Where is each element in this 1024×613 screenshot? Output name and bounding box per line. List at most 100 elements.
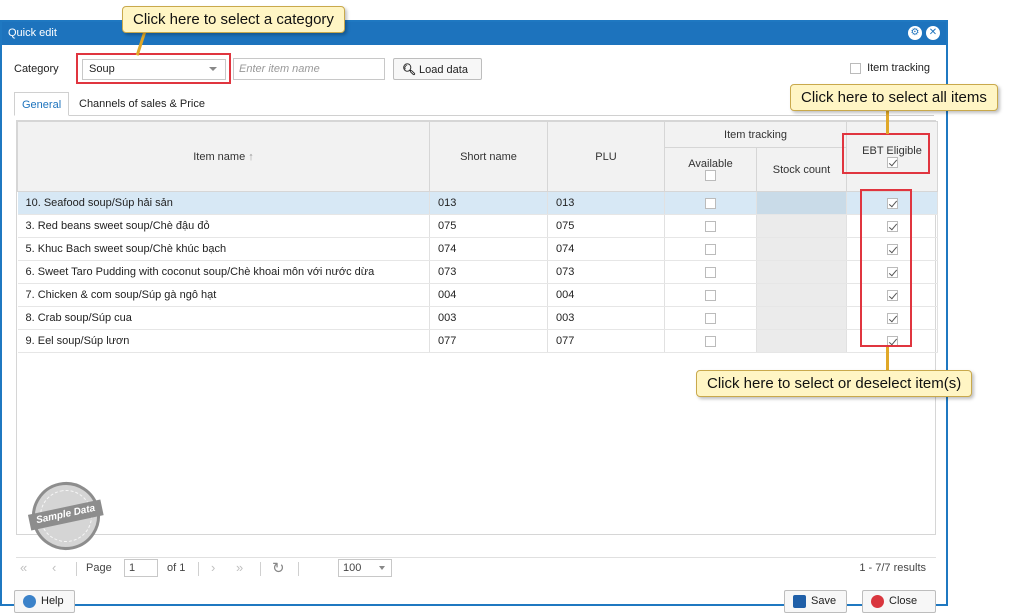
pagination-bar: « ‹ Page 1 of 1 › » ↻ 100 1 - 7/7 result… (16, 557, 936, 579)
dialog-title: Quick edit (8, 27, 57, 39)
ebt-cell (846, 260, 938, 284)
close-button[interactable]: Close (862, 590, 936, 613)
item-tracking-checkbox[interactable] (850, 62, 861, 74)
available-checkbox[interactable] (705, 197, 716, 209)
ebt-eligible-checkbox[interactable] (886, 243, 898, 255)
item-name-cell: 5. Khuc Bach sweet soup/Chè khúc bạch (17, 237, 430, 261)
ebt-cell (846, 283, 938, 307)
page-number-input[interactable]: 1 (124, 559, 158, 577)
plu-cell[interactable]: 073 (547, 260, 665, 284)
available-checkbox[interactable] (705, 220, 716, 232)
available-checkbox[interactable] (705, 243, 716, 255)
save-icon (793, 595, 806, 608)
stock-count-cell (756, 191, 847, 215)
table-row[interactable]: 6. Sweet Taro Pudding with coconut soup/… (17, 260, 938, 284)
item-name-cell: 9. Eel soup/Súp lươn (17, 329, 430, 353)
ebt-eligible-checkbox[interactable] (886, 266, 898, 278)
plu-cell[interactable]: 074 (547, 237, 665, 261)
ebt-eligible-checkbox[interactable] (886, 312, 898, 324)
help-button[interactable]: Help (14, 590, 75, 613)
ebt-cell (846, 191, 938, 215)
stock-count-cell (756, 237, 847, 261)
plu-cell[interactable]: 077 (547, 329, 665, 353)
item-name-cell: 7. Chicken & com soup/Súp gà ngô hạt (17, 283, 430, 307)
plu-cell[interactable]: 075 (547, 214, 665, 238)
ebt-eligible-checkbox[interactable] (886, 335, 898, 347)
stock-count-cell (756, 214, 847, 238)
tab-channels-sales-price[interactable]: Channels of sales & Price (72, 92, 212, 116)
short-name-cell[interactable]: 077 (429, 329, 548, 353)
available-checkbox[interactable] (705, 266, 716, 278)
available-cell (664, 260, 757, 284)
page-size-select[interactable]: 100 (338, 559, 392, 577)
load-data-label: Load data (419, 64, 468, 76)
table-row[interactable]: 7. Chicken & com soup/Súp gà ngô hạt 004 0… (17, 283, 938, 307)
ebt-eligible-checkbox[interactable] (886, 220, 898, 232)
save-button[interactable]: Save (784, 590, 848, 613)
ebt-eligible-label: EBT Eligible (862, 144, 922, 157)
last-page-icon[interactable]: » (236, 560, 243, 575)
ebt-eligible-checkbox[interactable] (886, 197, 898, 209)
header-ebt-eligible: EBT Eligible (846, 121, 938, 192)
available-cell (664, 237, 757, 261)
short-name-cell[interactable]: 004 (429, 283, 548, 307)
toolbar: Category Soup Enter item name 🔍︎ Load da… (2, 45, 946, 85)
plu-cell[interactable]: 003 (547, 306, 665, 330)
item-tracking-toggle[interactable]: Item tracking (850, 62, 930, 74)
plu-cell[interactable]: 013 (547, 191, 665, 215)
header-short-name[interactable]: Short name (429, 121, 548, 192)
category-callout: Click here to select a category (122, 6, 345, 33)
ebt-cell (846, 237, 938, 261)
category-select[interactable]: Soup (82, 59, 226, 80)
available-cell (664, 191, 757, 215)
available-checkbox[interactable] (705, 289, 716, 301)
ebt-eligible-checkbox[interactable] (886, 289, 898, 301)
header-item-tracking: Item tracking (664, 121, 847, 148)
table-row[interactable]: 9. Eel soup/Súp lươn 077 077 (17, 329, 938, 353)
close-icon[interactable]: ✕ (926, 26, 940, 40)
previous-page-icon[interactable]: ‹ (52, 560, 56, 575)
chevron-down-icon (379, 566, 385, 570)
select-items-callout-pointer (886, 347, 889, 372)
table-row[interactable]: 8. Crab soup/Súp cua 003 003 (17, 306, 938, 330)
short-name-cell[interactable]: 074 (429, 237, 548, 261)
header-plu[interactable]: PLU (547, 121, 665, 192)
available-checkbox[interactable] (705, 312, 716, 324)
item-name-input[interactable]: Enter item name (233, 58, 385, 80)
short-name-cell[interactable]: 013 (429, 191, 548, 215)
tab-general[interactable]: General (14, 92, 70, 116)
stock-count-cell (756, 283, 847, 307)
item-name-cell: 10. Seafood soup/Súp hải sản (17, 191, 430, 215)
stock-count-cell (756, 306, 847, 330)
available-cell (664, 329, 757, 353)
ebt-cell (846, 214, 938, 238)
item-name-placeholder: Enter item name (239, 63, 320, 75)
load-data-button[interactable]: 🔍︎ Load data (393, 58, 482, 80)
short-name-cell[interactable]: 075 (429, 214, 548, 238)
settings-icon[interactable]: ⚙ (908, 26, 922, 40)
available-checkbox[interactable] (705, 335, 716, 347)
search-icon: 🔍︎ (402, 64, 416, 76)
close-circle-icon (871, 595, 884, 608)
table-row[interactable]: 10. Seafood soup/Súp hải sản 013 013 (17, 191, 938, 215)
refresh-icon[interactable]: ↻ (272, 559, 285, 577)
plu-cell[interactable]: 004 (547, 283, 665, 307)
first-page-icon[interactable]: « (20, 560, 27, 575)
header-item-name[interactable]: Item name ↑ (17, 121, 430, 192)
ebt-cell (846, 329, 938, 353)
short-name-cell[interactable]: 003 (429, 306, 548, 330)
item-name-cell: 8. Crab soup/Súp cua (17, 306, 430, 330)
select-all-available-checkbox[interactable] (705, 170, 716, 182)
results-count: 1 - 7/7 results (859, 562, 926, 574)
table-row[interactable]: 3. Red beans sweet soup/Chè đậu đỏ 075 075 (17, 214, 938, 238)
select-all-ebt-checkbox[interactable] (886, 157, 898, 169)
table-row[interactable]: 5. Khuc Bach sweet soup/Chè khúc bạch 074… (17, 237, 938, 261)
sort-ascending-icon: ↑ (248, 150, 254, 163)
help-icon (23, 595, 36, 608)
short-name-cell[interactable]: 073 (429, 260, 548, 284)
available-cell (664, 306, 757, 330)
stock-count-cell (756, 260, 847, 284)
ebt-cell (846, 306, 938, 330)
items-table: Item name ↑ Short name PLU Item tracking… (17, 121, 938, 353)
next-page-icon[interactable]: › (211, 560, 215, 575)
